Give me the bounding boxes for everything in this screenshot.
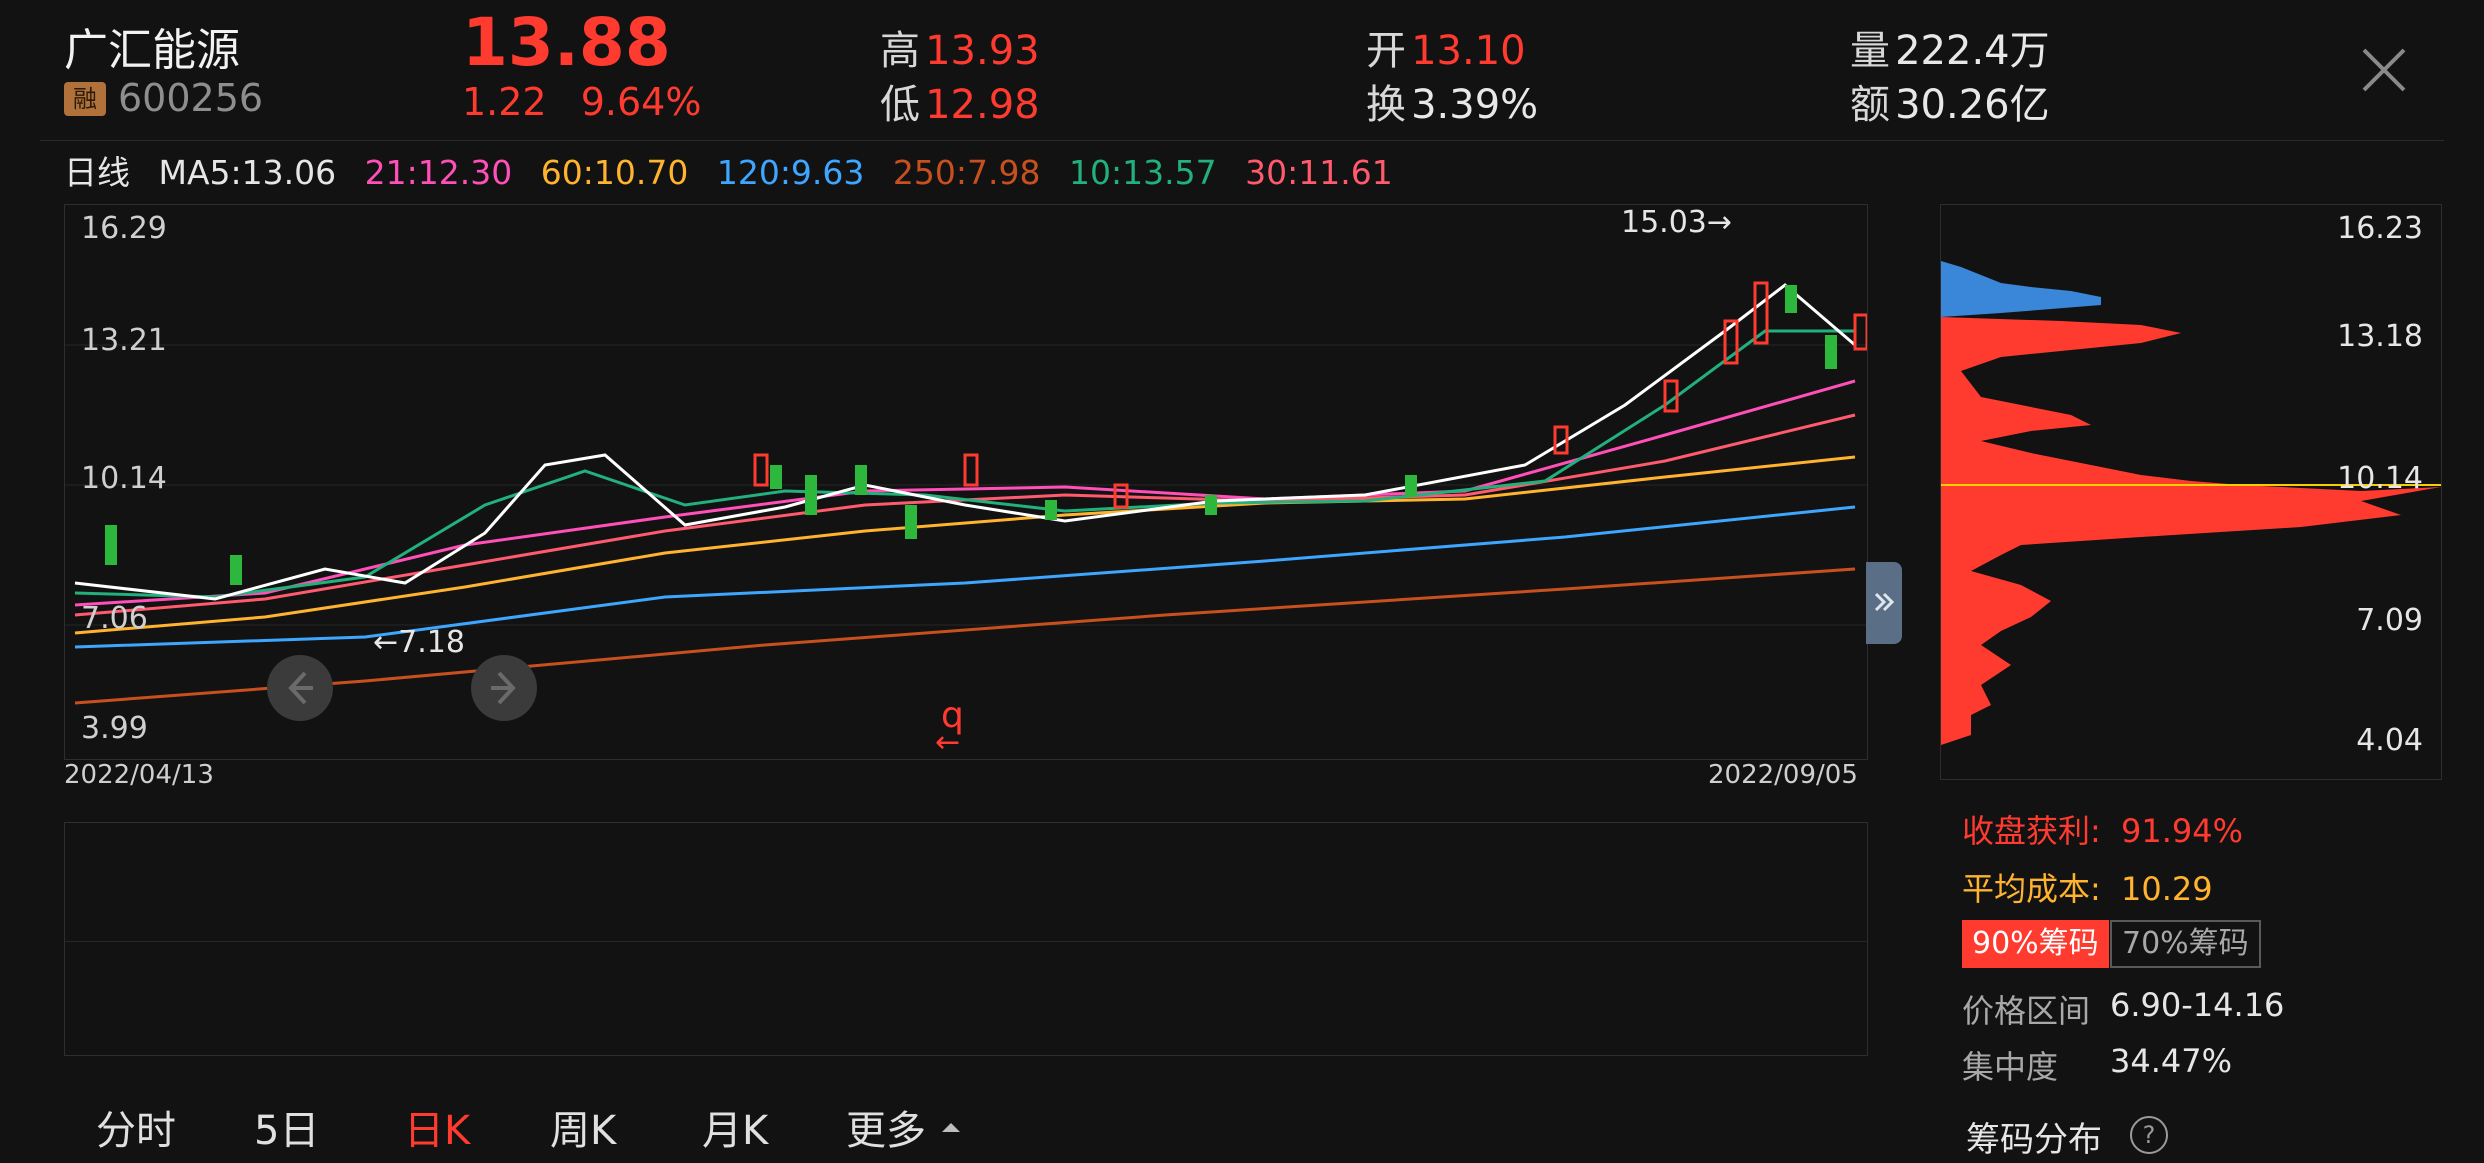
- ma60-value: 60:10.70: [540, 153, 689, 192]
- volume-label: 量: [1850, 28, 1890, 74]
- open-price: 开 13.10: [1366, 18, 1526, 76]
- turnover-rate: 换 3.39%: [1366, 72, 1538, 130]
- chip-distribution-title: 筹码分布: [1966, 1120, 2102, 1160]
- help-icon[interactable]: ?: [2130, 1116, 2168, 1154]
- ma30-value: 30:11.61: [1245, 153, 1393, 192]
- close-icon[interactable]: [2358, 44, 2410, 96]
- header-divider: [40, 140, 2444, 141]
- low-marker: ←7.18: [373, 625, 465, 660]
- ma120-value: 120:9.63: [716, 153, 865, 192]
- y-label-bottom: 3.99: [81, 711, 148, 746]
- turnover-label: 换: [1366, 82, 1406, 128]
- expand-panel-handle[interactable]: [1866, 562, 1902, 644]
- y-label-top: 16.29: [81, 211, 167, 246]
- high-price: 高 13.93: [880, 18, 1040, 76]
- volume: 量 222.4万: [1850, 18, 2050, 76]
- scroll-right-button[interactable]: [471, 655, 537, 721]
- x-label-start: 2022/04/13: [64, 760, 214, 790]
- price-range: 价格区间 6.90-14.16: [1962, 986, 2284, 1032]
- open-value: 13.10: [1411, 28, 1526, 74]
- ma5-line: [74, 283, 1856, 601]
- range-label: 价格区间: [1962, 992, 2091, 1030]
- tab-daily-k[interactable]: 日K: [404, 1098, 470, 1156]
- amount: 额 30.26亿: [1850, 72, 2050, 130]
- profit-label: 收盘获利:: [1962, 812, 2101, 850]
- y-label-2: 13.21: [81, 323, 167, 358]
- y-label-3: 10.14: [81, 461, 167, 496]
- margin-badge: 融: [64, 82, 106, 116]
- range-value: 6.90-14.16: [2110, 986, 2285, 1024]
- tab-monthly-k[interactable]: 月K: [702, 1098, 768, 1156]
- avg-cost-value: 10.29: [2120, 870, 2213, 908]
- ma5-value: MA5:13.06: [158, 153, 337, 192]
- conc-value: 34.47%: [2110, 1042, 2233, 1080]
- kline-canvas: [65, 281, 1867, 705]
- tab-more[interactable]: 更多: [846, 1098, 926, 1156]
- high-marker: 15.03→: [1621, 205, 1733, 240]
- ma21-value: 21:12.30: [364, 153, 513, 192]
- stock-name: 广汇能源: [64, 25, 240, 76]
- tab-5day[interactable]: 5日: [254, 1098, 319, 1156]
- high-label: 高: [880, 28, 920, 74]
- low-price: 低 12.98: [880, 72, 1040, 130]
- period-label: 日线: [64, 153, 130, 192]
- candles: [105, 281, 1867, 585]
- profit-value: 91.94%: [2120, 812, 2243, 850]
- x-label-end: 2022/09/05: [1708, 760, 1858, 790]
- last-price: 13.88: [462, 4, 671, 81]
- change-percent: 9.64%: [580, 80, 702, 124]
- kline-chart[interactable]: 16.29 13.21 10.14 7.06 3.99 15.03→ ←7.18…: [64, 204, 1868, 760]
- change-value: 1.22: [462, 80, 547, 124]
- low-label: 低: [880, 82, 920, 128]
- amount-label: 额: [1850, 82, 1890, 128]
- caret-up-icon[interactable]: [940, 1120, 962, 1134]
- amount-value: 30.26亿: [1895, 82, 2050, 128]
- ma30-line: [74, 413, 1856, 617]
- turnover-value: 3.39%: [1411, 82, 1539, 128]
- arrow-right-icon: [491, 671, 516, 705]
- tab-weekly-k[interactable]: 周K: [550, 1098, 616, 1156]
- volume-panel[interactable]: [64, 822, 1868, 1056]
- low-value: 12.98: [925, 82, 1040, 128]
- ma-legend[interactable]: 日线 MA5:13.06 21:12.30 60:10.70 120:9.63 …: [64, 146, 1411, 194]
- chip-y-label-4: 7.09: [2356, 603, 2423, 638]
- tab-minute[interactable]: 分时: [96, 1098, 176, 1156]
- volume-gridline: [65, 941, 1867, 942]
- conc-label: 集中度: [1962, 1048, 2059, 1086]
- stock-code: 600256: [118, 76, 264, 120]
- chip-distribution-chart[interactable]: 16.23 13.18 10.14 7.09 4.04: [1940, 204, 2442, 780]
- ma10-value: 10:13.57: [1069, 153, 1217, 192]
- chip-y-label-bottom: 4.04: [2356, 723, 2423, 758]
- volume-value: 222.4万: [1895, 28, 2050, 74]
- ma120-line: [74, 505, 1856, 649]
- y-label-4: 7.06: [81, 601, 148, 636]
- average-cost: 平均成本: 10.29: [1962, 864, 2213, 910]
- chip-y-label-3: 10.14: [2337, 461, 2423, 496]
- open-label: 开: [1366, 28, 1406, 74]
- concentration: 集中度 34.47%: [1962, 1042, 2232, 1088]
- price-change: 1.22 9.64%: [462, 80, 701, 124]
- ma250-value: 250:7.98: [892, 153, 1041, 192]
- ma250-line: [74, 567, 1856, 705]
- chip-70-button[interactable]: 70%筹码: [2110, 920, 2261, 968]
- avg-cost-label: 平均成本:: [1962, 870, 2101, 908]
- chip-90-button[interactable]: 90%筹码: [1962, 920, 2109, 968]
- scroll-left-button[interactable]: [267, 655, 333, 721]
- double-chevron-right-icon: [1874, 592, 1895, 612]
- arrow-left-icon: [288, 671, 313, 705]
- chip-y-label-2: 13.18: [2337, 319, 2423, 354]
- q-arrow: ←: [935, 725, 961, 760]
- high-value: 13.93: [925, 28, 1040, 74]
- chip-y-label-top: 16.23: [2337, 211, 2423, 246]
- profit-ratio: 收盘获利: 91.94%: [1962, 806, 2243, 852]
